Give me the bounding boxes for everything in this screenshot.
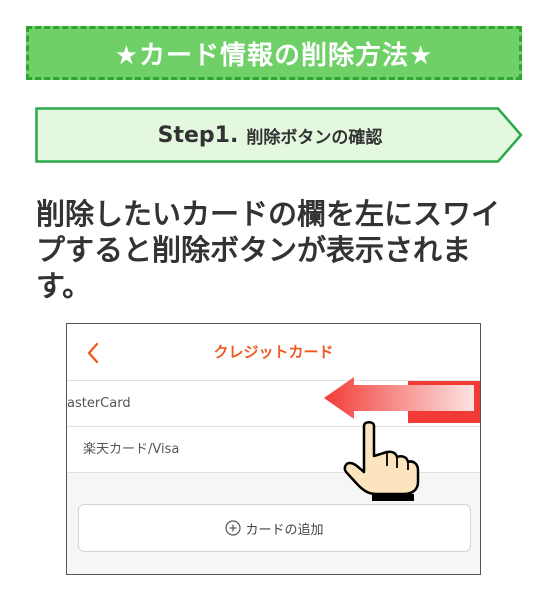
add-card-label: カードの追加 [245,522,324,538]
page-title: ★カード情報の削除方法★ [114,40,434,71]
step-tab: Step1. 削除ボタンの確認 [35,107,523,163]
left-arrow-icon [324,377,474,419]
pointing-hand-icon [343,421,420,501]
phone-header-title: クレジットカード [213,343,334,361]
step-number: Step1. [157,122,239,148]
title-banner: ★カード情報の削除方法★ [26,26,522,80]
phone-header: クレジットカード [67,324,480,381]
card-name: 楽天カード/Visa [83,442,180,457]
chevron-left-icon[interactable] [85,342,101,364]
add-card-button[interactable]: カードの追加 [78,504,471,552]
step-text: 削除ボタンの確認 [246,127,383,148]
step-label: Step1. 削除ボタンの確認 [35,107,505,163]
circle-plus-icon [225,520,242,536]
card-name: asterCard [67,396,131,411]
description: 削除したいカードの欄を左にスワイプすると削除ボタンが表示されます。 [36,197,501,303]
